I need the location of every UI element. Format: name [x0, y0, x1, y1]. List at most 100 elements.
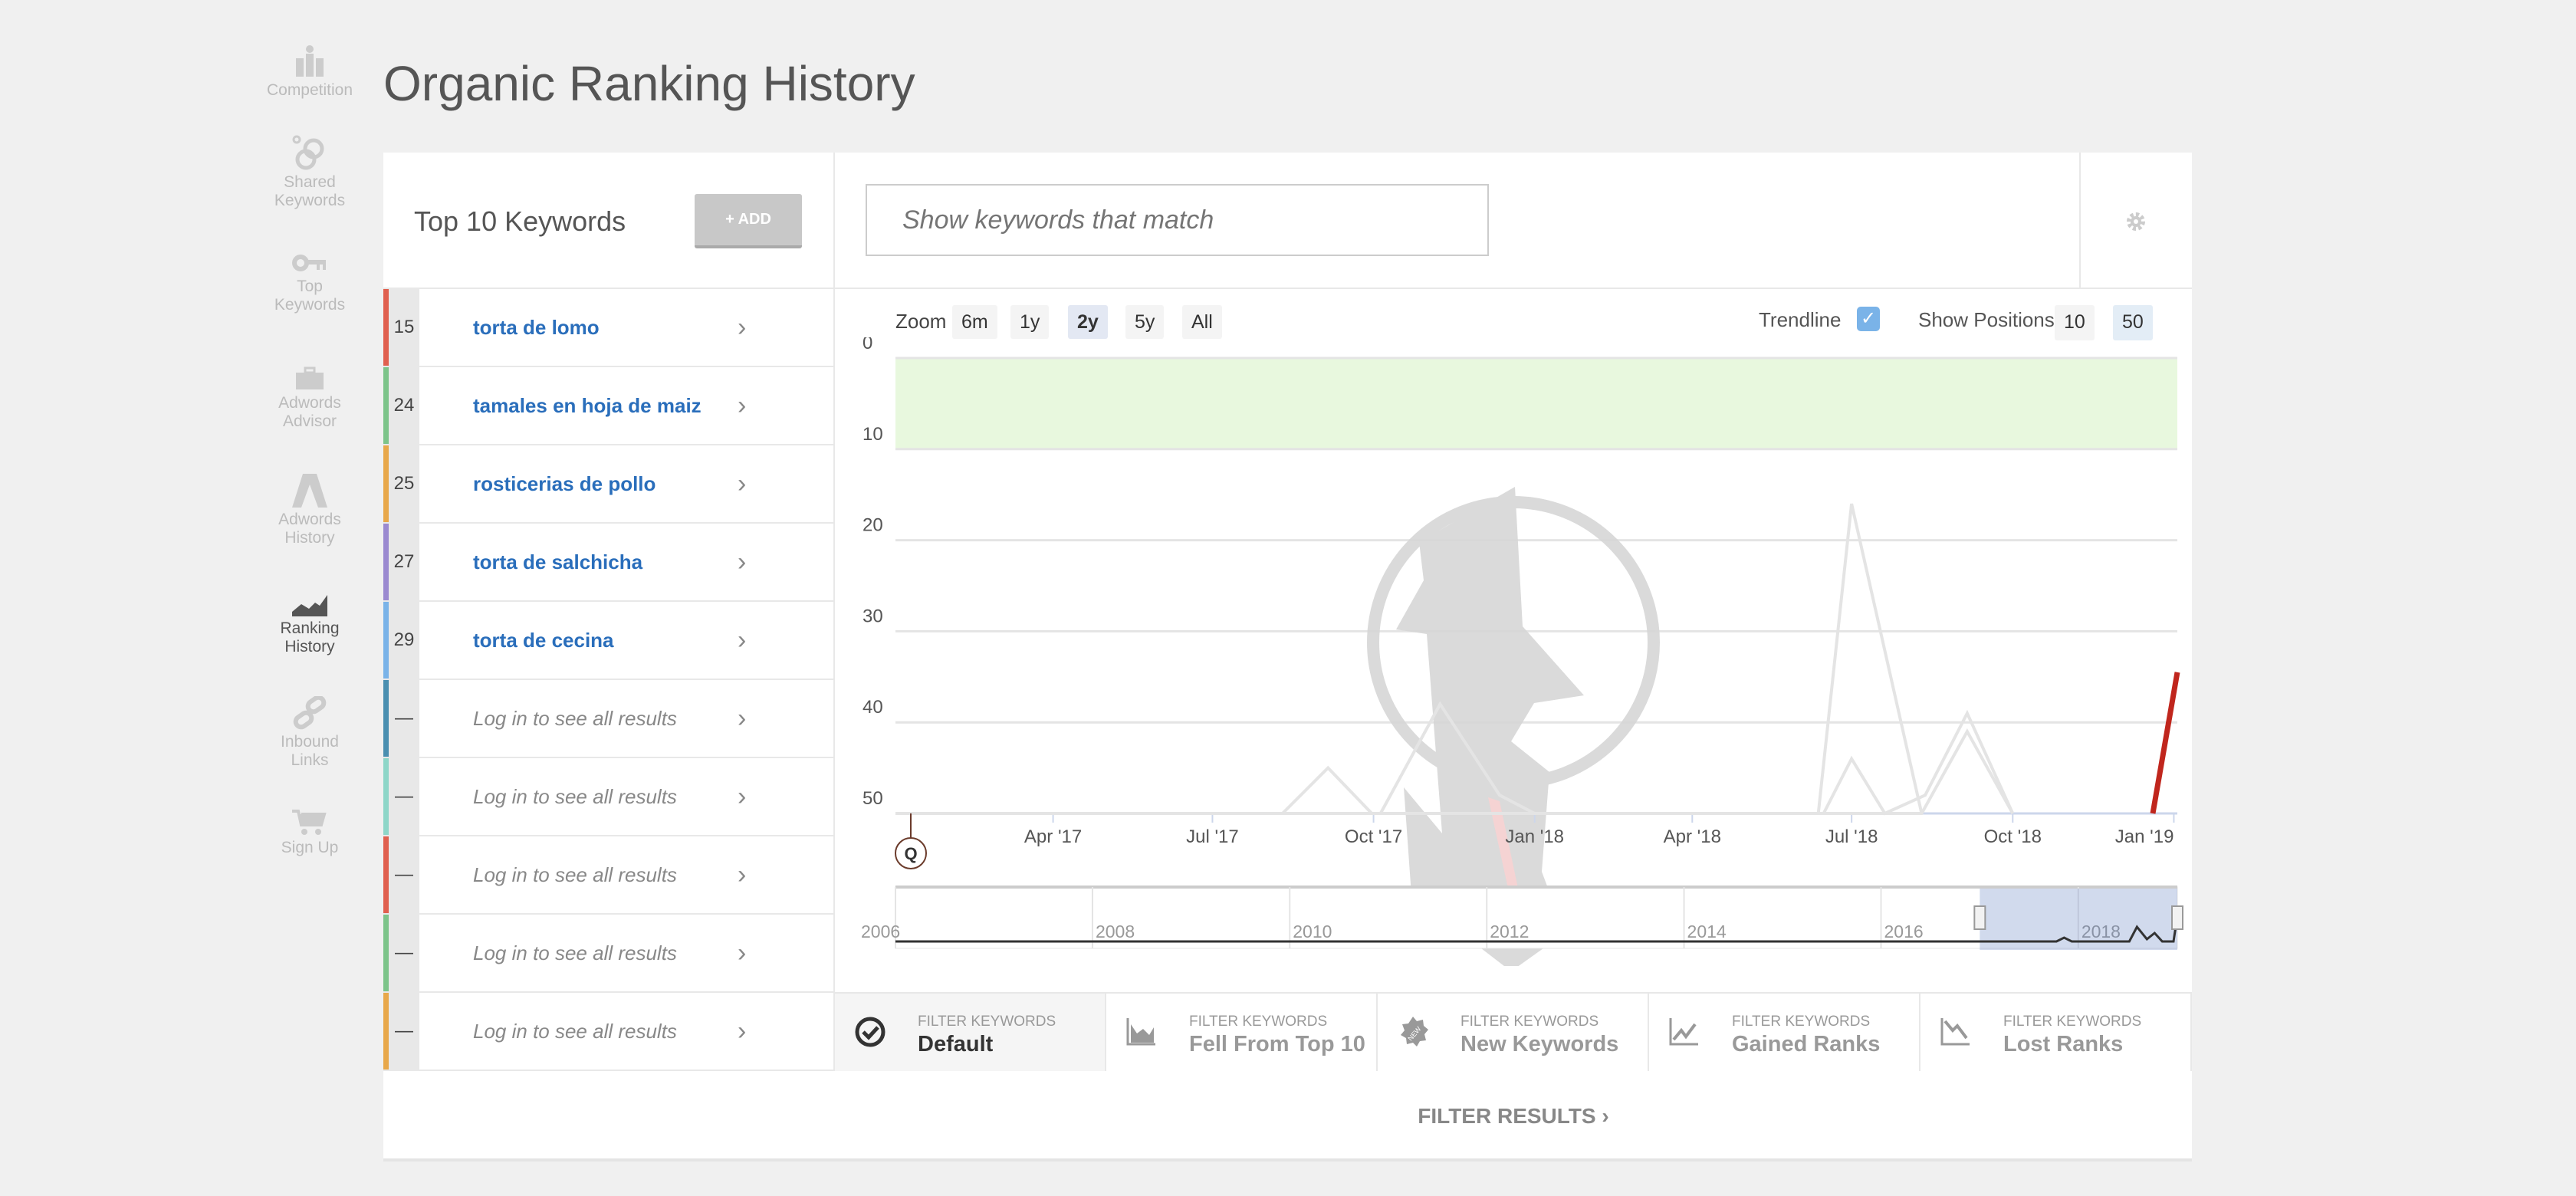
x-tick-label: Jul '18	[1825, 826, 1878, 847]
sidebar-item-inbound-links[interactable]: Inbound Links	[253, 696, 366, 770]
filter-tab-default[interactable]: FILTER KEYWORDS Default	[835, 992, 1106, 1071]
trendline-label: Trendline	[1759, 308, 1842, 331]
zoom-5y-button[interactable]: 5y	[1125, 305, 1165, 339]
keyword-color-bar	[383, 915, 389, 991]
show-positions-label: Show Positions	[1918, 308, 2055, 331]
check-circle-icon	[855, 1017, 886, 1047]
filter-caption: FILTER KEYWORDS	[1460, 1014, 1599, 1030]
chevron-right-icon[interactable]: ›	[738, 524, 746, 600]
filter-caption: FILTER KEYWORDS	[2003, 1014, 2142, 1030]
filter-caption: FILTER KEYWORDS	[1732, 1014, 1871, 1030]
keyword-rank: 29	[389, 602, 419, 678]
sidebar-item-ranking-history[interactable]: Ranking History	[253, 589, 366, 656]
keyword-rank: —	[389, 680, 419, 757]
navigator-left-handle[interactable]	[1973, 905, 1986, 930]
flag-label: Q	[904, 844, 917, 863]
navigator-right-handle[interactable]	[2171, 905, 2183, 930]
sidebar-item-shared-keywords[interactable]: Shared Keywords	[253, 135, 366, 210]
keyword-row[interactable]: 29 torta de cecina ›	[383, 602, 835, 680]
sidebar-item-adwords-history[interactable]: Adwords History	[253, 474, 366, 547]
keyword-rank: 27	[389, 524, 419, 600]
link-icon	[293, 696, 327, 730]
keyword-row[interactable]: 15 torta de lomo ›	[383, 289, 835, 367]
chevron-right-icon[interactable]: ›	[738, 993, 746, 1070]
chevron-right-icon[interactable]: ›	[738, 915, 746, 991]
keyword-link[interactable]: Log in to see all results	[473, 915, 677, 991]
x-tick-label: Jan '19	[2115, 826, 2174, 847]
keyword-row[interactable]: — Log in to see all results ›	[383, 836, 835, 915]
filter-label: Lost Ranks	[2003, 1032, 2124, 1056]
key-icon	[292, 255, 326, 271]
keyword-rank: —	[389, 758, 419, 835]
x-tick-label: Oct '18	[1984, 826, 2042, 847]
settings-divider	[2079, 153, 2081, 289]
keyword-color-bar	[383, 993, 389, 1070]
positions-50-button[interactable]: 50	[2113, 305, 2153, 340]
zoom-all-button[interactable]: All	[1182, 305, 1222, 339]
adwords-icon	[292, 474, 327, 508]
chevron-right-icon[interactable]: ›	[738, 367, 746, 444]
add-keyword-button[interactable]: + ADD	[695, 194, 802, 248]
keyword-row[interactable]: — Log in to see all results ›	[383, 758, 835, 836]
chevron-right-icon[interactable]: ›	[738, 758, 746, 835]
zoom-6m-button[interactable]: 6m	[952, 305, 997, 339]
chevron-right-icon[interactable]: ›	[738, 836, 746, 913]
y-tick-label: 50	[863, 788, 883, 809]
keyword-search-input[interactable]	[866, 184, 1489, 256]
navigator-year-label: 2008	[1096, 922, 1135, 941]
keyword-link[interactable]: Log in to see all results	[473, 680, 677, 757]
x-tick-label: Oct '17	[1345, 826, 1402, 847]
x-tick-label: Jan '18	[1505, 826, 1564, 847]
keyword-link[interactable]: torta de salchicha	[473, 524, 642, 600]
chevron-right-icon[interactable]: ›	[738, 680, 746, 757]
series-line	[895, 765, 1373, 815]
zoom-2y-button[interactable]: 2y	[1068, 305, 1108, 339]
keyword-link[interactable]: rosticerias de pollo	[473, 445, 656, 522]
filter-results-button[interactable]: FILTER RESULTS ›	[835, 1104, 2192, 1129]
positions-10-button[interactable]: 10	[2055, 305, 2095, 340]
zoom-1y-button[interactable]: 1y	[1010, 305, 1050, 339]
keyword-row[interactable]: 24 tamales en hoja de maiz ›	[383, 367, 835, 445]
keyword-color-bar	[383, 445, 389, 522]
filter-tab-new-keywords[interactable]: NEW FILTER KEYWORDS New Keywords	[1378, 992, 1649, 1071]
keyword-link[interactable]: Log in to see all results	[473, 836, 677, 913]
keyword-rank: —	[389, 836, 419, 913]
navigator-year-label: 2006	[861, 922, 900, 941]
sidebar-item-adwords-advisor[interactable]: Adwords Advisor	[253, 366, 366, 431]
filter-tab-lost-ranks[interactable]: FILTER KEYWORDS Lost Ranks	[1921, 992, 2192, 1071]
ranking-chart: 0 10 20 30 40 50 Apr '17 Jul '17 Oct '17 Jan '18 A…	[861, 337, 2183, 966]
keywords-panel-title: Top 10 Keywords	[414, 205, 626, 237]
filter-label: Default	[918, 1032, 994, 1056]
area-chart-icon	[1126, 1018, 1155, 1046]
keyword-row[interactable]: 27 torta de salchicha ›	[383, 524, 835, 602]
keyword-link[interactable]: Log in to see all results	[473, 993, 677, 1070]
keyword-row[interactable]: — Log in to see all results ›	[383, 915, 835, 993]
gear-icon[interactable]	[2125, 211, 2147, 232]
keyword-link[interactable]: tamales en hoja de maiz	[473, 367, 702, 444]
chevron-right-icon[interactable]: ›	[738, 289, 746, 366]
filter-tab-gained-ranks[interactable]: FILTER KEYWORDS Gained Ranks	[1649, 992, 1921, 1071]
keyword-rank: 24	[389, 367, 419, 444]
navigator-year-label: 2016	[1884, 922, 1924, 941]
sidebar-item-competition[interactable]: Competition	[253, 44, 366, 100]
keyword-link[interactable]: Log in to see all results	[473, 758, 677, 835]
trendline-checkbox[interactable]: ✓	[1857, 307, 1880, 331]
keyword-row[interactable]: 25 rosticerias de pollo ›	[383, 445, 835, 524]
y-tick-label: 20	[863, 515, 883, 536]
sidebar-item-sign-up[interactable]: Sign Up	[253, 810, 366, 857]
filter-tab-fell-from-top-10[interactable]: FILTER KEYWORDS Fell From Top 10	[1106, 992, 1378, 1071]
shared-keywords-icon	[292, 135, 324, 170]
keyword-link[interactable]: torta de lomo	[473, 289, 600, 366]
keyword-row[interactable]: — Log in to see all results ›	[383, 993, 835, 1071]
sidebar-item-top-keywords[interactable]: Top Keywords	[253, 253, 366, 314]
keyword-row[interactable]: — Log in to see all results ›	[383, 680, 835, 758]
y-tick-label: 40	[863, 697, 883, 718]
chevron-right-icon[interactable]: ›	[738, 445, 746, 522]
trendline	[2150, 672, 2180, 814]
keyword-link[interactable]: torta de cecina	[473, 602, 614, 678]
chevron-right-icon[interactable]: ›	[738, 602, 746, 678]
keyword-color-bar	[383, 680, 389, 757]
trend-up-icon	[1669, 1018, 1698, 1046]
keyword-color-bar	[383, 602, 389, 678]
keyword-color-bar	[383, 836, 389, 913]
